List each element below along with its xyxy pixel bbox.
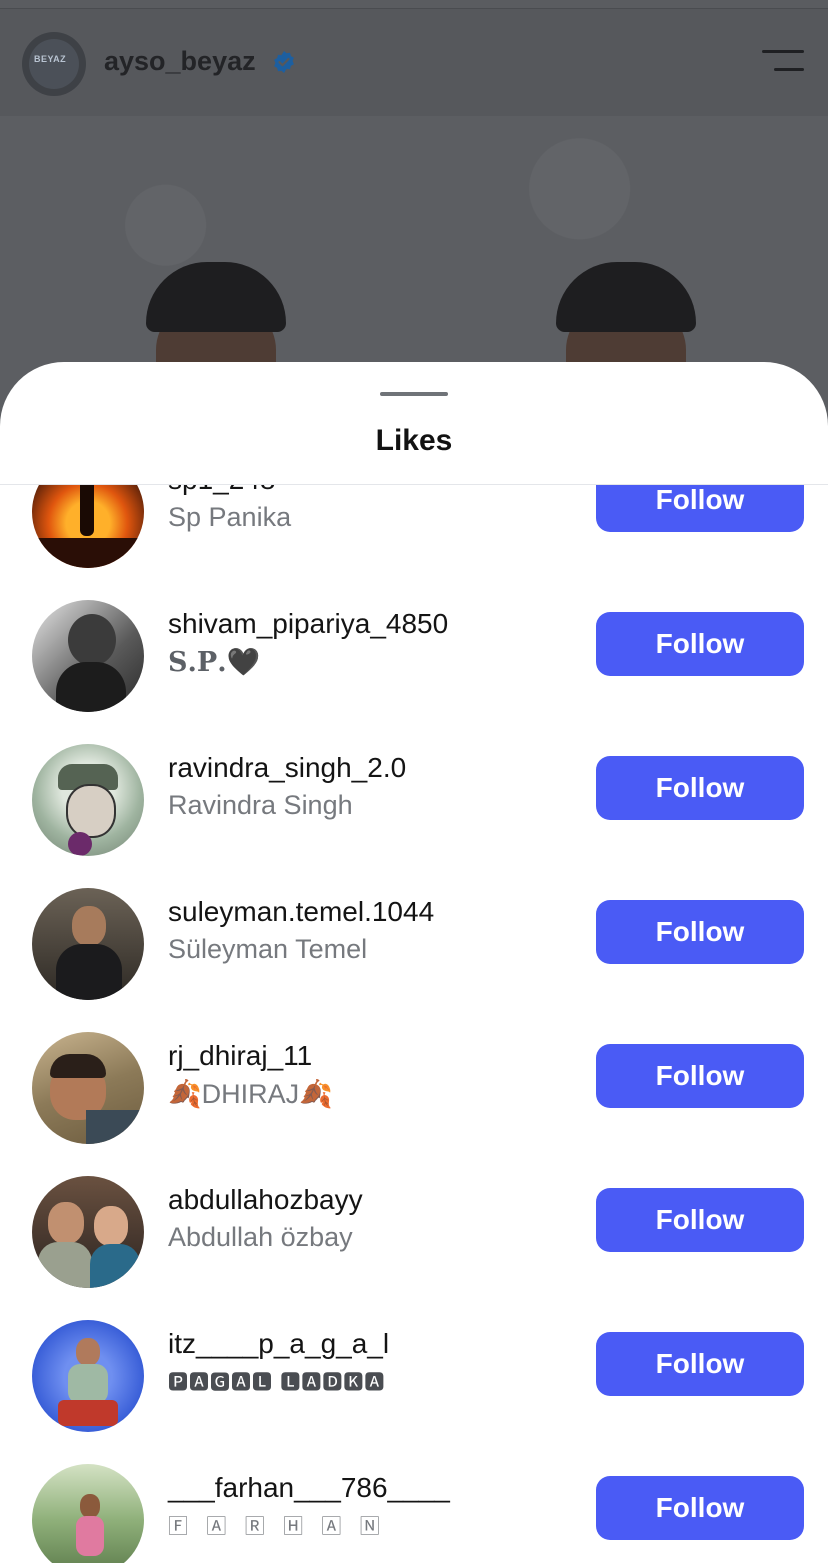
username[interactable]: abdullahozbayy [168, 1184, 363, 1216]
likes-sheet: Likes sp1_248 Sp Panika Follow shivam_pi… [0, 362, 828, 1563]
list-item[interactable]: itz____p_a_g_a_l 🅿🅰🅶🅰🅻 🅻🅰🅳🅺🅰 Follow [0, 1320, 828, 1472]
likes-list[interactable]: sp1_248 Sp Panika Follow shivam_pipariya… [0, 485, 828, 1563]
username[interactable]: sp1_248 [168, 485, 275, 496]
full-name: Abdullah özbay [168, 1222, 353, 1252]
post-author-avatar[interactable]: BEYAZ [22, 32, 86, 96]
username[interactable]: rj_dhiraj_11 [168, 1040, 312, 1072]
full-name: Süleyman Temel [168, 934, 368, 964]
full-name: Ravindra Singh [168, 790, 353, 820]
list-item[interactable]: shivam_pipariya_4850 𝐒.𝐏.🖤 Follow [0, 600, 828, 752]
username[interactable]: suleyman.temel.1044 [168, 896, 434, 928]
full-name: Sp Panika [168, 502, 292, 532]
list-item[interactable]: sp1_248 Sp Panika Follow [0, 485, 828, 608]
follow-button[interactable]: Follow [596, 1332, 804, 1396]
full-name: 𝐒.𝐏.🖤 [168, 647, 261, 678]
avatar[interactable] [32, 1464, 144, 1563]
sheet-title: Likes [375, 424, 453, 457]
avatar[interactable] [32, 1032, 144, 1144]
sheet-grabber-handle[interactable] [380, 392, 448, 396]
avatar-logo-text: BEYAZ [34, 54, 67, 64]
follow-button[interactable]: Follow [596, 612, 804, 676]
menu-icon[interactable] [762, 50, 804, 74]
full-name: 🄵 🄰 🅁 🄷 🄰 🄽 [168, 1514, 386, 1538]
follow-button[interactable]: Follow [596, 485, 804, 532]
list-item[interactable]: suleyman.temel.1044 Süleyman Temel Follo… [0, 888, 828, 1040]
list-item[interactable]: rj_dhiraj_11 🍂DHIRAJ🍂 Follow [0, 1032, 828, 1184]
username[interactable]: itz____p_a_g_a_l [168, 1328, 389, 1360]
follow-button[interactable]: Follow [596, 756, 804, 820]
full-name: 🍂DHIRAJ🍂 [168, 1079, 333, 1109]
avatar[interactable] [32, 600, 144, 712]
username[interactable]: shivam_pipariya_4850 [168, 608, 448, 640]
avatar[interactable] [32, 744, 144, 856]
follow-button[interactable]: Follow [596, 1044, 804, 1108]
full-name: 🅿🅰🅶🅰🅻 🅻🅰🅳🅺🅰 [168, 1370, 386, 1394]
avatar[interactable] [32, 1176, 144, 1288]
avatar-inner [29, 39, 79, 89]
follow-button[interactable]: Follow [596, 1188, 804, 1252]
avatar[interactable] [32, 888, 144, 1000]
avatar[interactable] [32, 485, 144, 568]
username[interactable]: ravindra_singh_2.0 [168, 752, 406, 784]
avatar[interactable] [32, 1320, 144, 1432]
list-item[interactable]: ___farhan___786____ 🄵 🄰 🅁 🄷 🄰 🄽 Follow [0, 1464, 828, 1563]
list-item[interactable]: ravindra_singh_2.0 Ravindra Singh Follow [0, 744, 828, 896]
follow-button[interactable]: Follow [596, 900, 804, 964]
post-author-username[interactable]: ayso_beyaz [104, 46, 256, 77]
username[interactable]: ___farhan___786____ [168, 1472, 450, 1504]
list-item[interactable]: abdullahozbayy Abdullah özbay Follow [0, 1176, 828, 1328]
verified-badge-icon [274, 51, 294, 73]
follow-button[interactable]: Follow [596, 1476, 804, 1540]
